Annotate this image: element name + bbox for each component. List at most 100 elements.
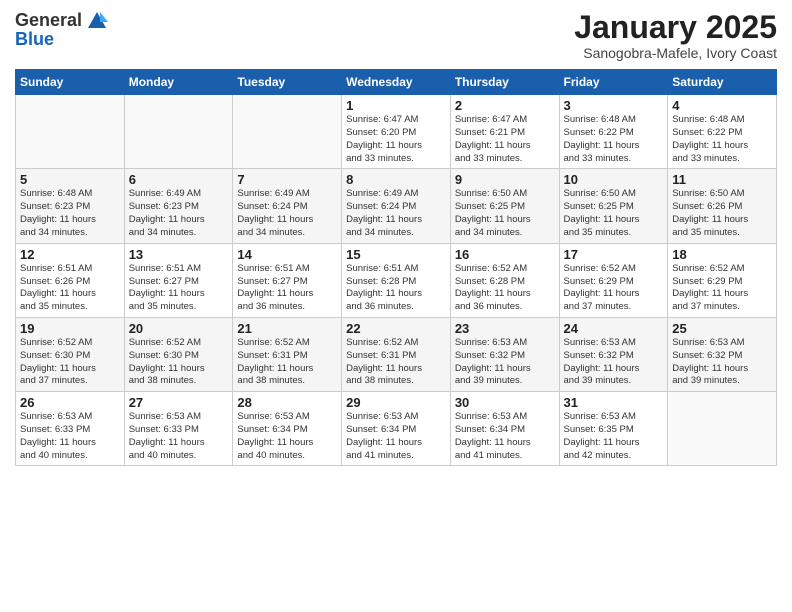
day-info: Sunrise: 6:53 AMSunset: 6:34 PMDaylight:… [455, 411, 555, 462]
table-row [124, 95, 233, 169]
day-info: Sunrise: 6:47 AMSunset: 6:20 PMDaylight:… [346, 114, 446, 165]
logo-blue: Blue [15, 30, 54, 50]
calendar-week-row: 19Sunrise: 6:52 AMSunset: 6:30 PMDayligh… [16, 317, 777, 391]
day-number: 21 [237, 321, 337, 336]
day-info: Sunrise: 6:52 AMSunset: 6:29 PMDaylight:… [672, 263, 772, 314]
day-number: 22 [346, 321, 446, 336]
table-row: 6Sunrise: 6:49 AMSunset: 6:23 PMDaylight… [124, 169, 233, 243]
day-number: 14 [237, 247, 337, 262]
day-info: Sunrise: 6:47 AMSunset: 6:21 PMDaylight:… [455, 114, 555, 165]
day-info: Sunrise: 6:53 AMSunset: 6:32 PMDaylight:… [672, 337, 772, 388]
day-info: Sunrise: 6:49 AMSunset: 6:24 PMDaylight:… [237, 188, 337, 239]
day-info: Sunrise: 6:52 AMSunset: 6:29 PMDaylight:… [564, 263, 664, 314]
title-block: January 2025 Sanogobra-Mafele, Ivory Coa… [574, 10, 777, 61]
table-row: 11Sunrise: 6:50 AMSunset: 6:26 PMDayligh… [668, 169, 777, 243]
calendar-week-row: 12Sunrise: 6:51 AMSunset: 6:26 PMDayligh… [16, 243, 777, 317]
calendar-week-row: 5Sunrise: 6:48 AMSunset: 6:23 PMDaylight… [16, 169, 777, 243]
table-row: 8Sunrise: 6:49 AMSunset: 6:24 PMDaylight… [342, 169, 451, 243]
day-info: Sunrise: 6:53 AMSunset: 6:34 PMDaylight:… [346, 411, 446, 462]
day-number: 3 [564, 98, 664, 113]
table-row: 3Sunrise: 6:48 AMSunset: 6:22 PMDaylight… [559, 95, 668, 169]
day-number: 15 [346, 247, 446, 262]
table-row: 15Sunrise: 6:51 AMSunset: 6:28 PMDayligh… [342, 243, 451, 317]
table-row: 20Sunrise: 6:52 AMSunset: 6:30 PMDayligh… [124, 317, 233, 391]
calendar-week-row: 26Sunrise: 6:53 AMSunset: 6:33 PMDayligh… [16, 392, 777, 466]
header-monday: Monday [124, 70, 233, 95]
day-number: 31 [564, 395, 664, 410]
table-row: 9Sunrise: 6:50 AMSunset: 6:25 PMDaylight… [450, 169, 559, 243]
table-row: 28Sunrise: 6:53 AMSunset: 6:34 PMDayligh… [233, 392, 342, 466]
table-row: 19Sunrise: 6:52 AMSunset: 6:30 PMDayligh… [16, 317, 125, 391]
day-info: Sunrise: 6:49 AMSunset: 6:24 PMDaylight:… [346, 188, 446, 239]
table-row: 27Sunrise: 6:53 AMSunset: 6:33 PMDayligh… [124, 392, 233, 466]
table-row: 18Sunrise: 6:52 AMSunset: 6:29 PMDayligh… [668, 243, 777, 317]
header-wednesday: Wednesday [342, 70, 451, 95]
day-number: 8 [346, 172, 446, 187]
day-info: Sunrise: 6:52 AMSunset: 6:31 PMDaylight:… [346, 337, 446, 388]
day-number: 11 [672, 172, 772, 187]
day-number: 27 [129, 395, 229, 410]
day-number: 25 [672, 321, 772, 336]
table-row: 2Sunrise: 6:47 AMSunset: 6:21 PMDaylight… [450, 95, 559, 169]
day-number: 6 [129, 172, 229, 187]
table-row: 24Sunrise: 6:53 AMSunset: 6:32 PMDayligh… [559, 317, 668, 391]
day-number: 17 [564, 247, 664, 262]
day-info: Sunrise: 6:53 AMSunset: 6:35 PMDaylight:… [564, 411, 664, 462]
table-row [668, 392, 777, 466]
day-info: Sunrise: 6:48 AMSunset: 6:22 PMDaylight:… [672, 114, 772, 165]
day-number: 20 [129, 321, 229, 336]
header-tuesday: Tuesday [233, 70, 342, 95]
header-friday: Friday [559, 70, 668, 95]
table-row: 23Sunrise: 6:53 AMSunset: 6:32 PMDayligh… [450, 317, 559, 391]
day-number: 29 [346, 395, 446, 410]
day-info: Sunrise: 6:48 AMSunset: 6:22 PMDaylight:… [564, 114, 664, 165]
day-info: Sunrise: 6:53 AMSunset: 6:34 PMDaylight:… [237, 411, 337, 462]
day-number: 2 [455, 98, 555, 113]
day-info: Sunrise: 6:50 AMSunset: 6:25 PMDaylight:… [455, 188, 555, 239]
day-number: 5 [20, 172, 120, 187]
table-row: 7Sunrise: 6:49 AMSunset: 6:24 PMDaylight… [233, 169, 342, 243]
day-info: Sunrise: 6:49 AMSunset: 6:23 PMDaylight:… [129, 188, 229, 239]
table-row: 12Sunrise: 6:51 AMSunset: 6:26 PMDayligh… [16, 243, 125, 317]
table-row: 22Sunrise: 6:52 AMSunset: 6:31 PMDayligh… [342, 317, 451, 391]
header-sunday: Sunday [16, 70, 125, 95]
calendar-week-row: 1Sunrise: 6:47 AMSunset: 6:20 PMDaylight… [16, 95, 777, 169]
day-number: 1 [346, 98, 446, 113]
table-row: 31Sunrise: 6:53 AMSunset: 6:35 PMDayligh… [559, 392, 668, 466]
day-number: 16 [455, 247, 555, 262]
day-number: 10 [564, 172, 664, 187]
logo: General Blue [15, 10, 108, 50]
day-info: Sunrise: 6:52 AMSunset: 6:28 PMDaylight:… [455, 263, 555, 314]
table-row: 29Sunrise: 6:53 AMSunset: 6:34 PMDayligh… [342, 392, 451, 466]
day-info: Sunrise: 6:52 AMSunset: 6:31 PMDaylight:… [237, 337, 337, 388]
day-number: 4 [672, 98, 772, 113]
day-number: 28 [237, 395, 337, 410]
calendar-page: General Blue January 2025 Sanogobra-Mafe… [0, 0, 792, 612]
table-row: 16Sunrise: 6:52 AMSunset: 6:28 PMDayligh… [450, 243, 559, 317]
day-number: 23 [455, 321, 555, 336]
day-number: 13 [129, 247, 229, 262]
day-info: Sunrise: 6:48 AMSunset: 6:23 PMDaylight:… [20, 188, 120, 239]
page-header: General Blue January 2025 Sanogobra-Mafe… [15, 10, 777, 61]
table-row [16, 95, 125, 169]
day-info: Sunrise: 6:53 AMSunset: 6:32 PMDaylight:… [455, 337, 555, 388]
day-number: 19 [20, 321, 120, 336]
day-number: 7 [237, 172, 337, 187]
day-info: Sunrise: 6:53 AMSunset: 6:32 PMDaylight:… [564, 337, 664, 388]
table-row: 17Sunrise: 6:52 AMSunset: 6:29 PMDayligh… [559, 243, 668, 317]
day-info: Sunrise: 6:52 AMSunset: 6:30 PMDaylight:… [20, 337, 120, 388]
logo-icon [86, 10, 108, 32]
day-info: Sunrise: 6:51 AMSunset: 6:28 PMDaylight:… [346, 263, 446, 314]
logo-general: General [15, 11, 82, 31]
subtitle: Sanogobra-Mafele, Ivory Coast [574, 45, 777, 61]
day-info: Sunrise: 6:50 AMSunset: 6:25 PMDaylight:… [564, 188, 664, 239]
day-info: Sunrise: 6:53 AMSunset: 6:33 PMDaylight:… [20, 411, 120, 462]
day-number: 24 [564, 321, 664, 336]
table-row: 4Sunrise: 6:48 AMSunset: 6:22 PMDaylight… [668, 95, 777, 169]
day-info: Sunrise: 6:51 AMSunset: 6:27 PMDaylight:… [129, 263, 229, 314]
table-row: 10Sunrise: 6:50 AMSunset: 6:25 PMDayligh… [559, 169, 668, 243]
table-row: 14Sunrise: 6:51 AMSunset: 6:27 PMDayligh… [233, 243, 342, 317]
day-number: 9 [455, 172, 555, 187]
day-number: 12 [20, 247, 120, 262]
table-row: 13Sunrise: 6:51 AMSunset: 6:27 PMDayligh… [124, 243, 233, 317]
